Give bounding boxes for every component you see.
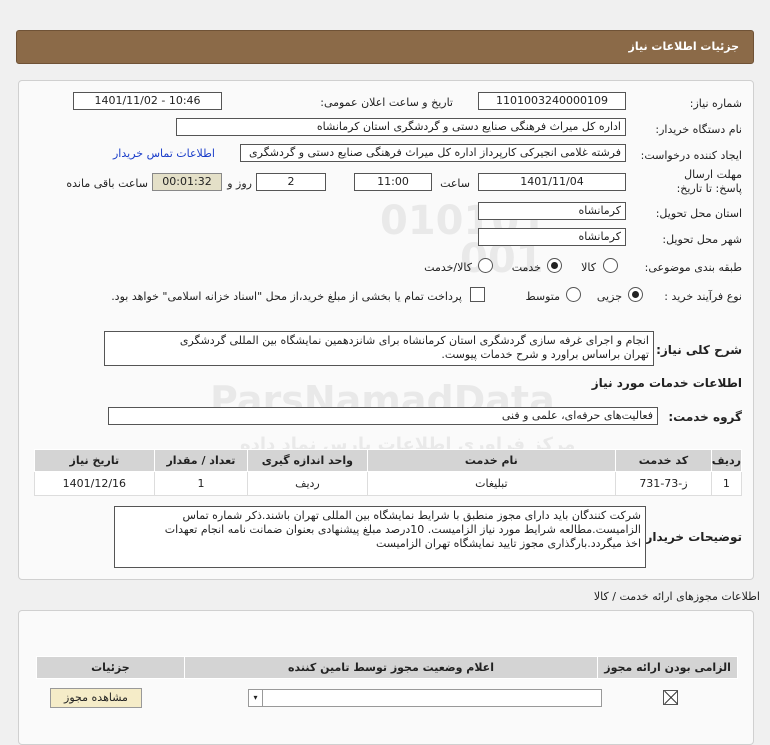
buyer-contact-link[interactable]: اطلاعات تماس خریدار <box>113 147 215 160</box>
category-goods-label: کالا <box>581 261 596 274</box>
cell-row: 1 <box>710 471 743 496</box>
col-permit-required: الزامی بودن ارائه مجوز <box>597 656 738 679</box>
permits-table-header: الزامی بودن ارائه مجوز اعلام وضعیت مجوز … <box>36 656 738 679</box>
summary-line-1: انجام و اجرای غرفه سازی گردشگری استان کر… <box>179 334 649 347</box>
page-title: جزئیات اطلاعات نیاز <box>628 40 740 53</box>
process-medium-radio[interactable] <box>566 287 581 302</box>
category-goods-radio[interactable] <box>603 258 618 273</box>
col-unit: واحد اندازه گیری <box>247 449 368 472</box>
deadline-time-label: ساعت <box>440 177 470 190</box>
need-number-label: شماره نیاز: <box>689 97 742 110</box>
col-permit-details: جزئیات <box>36 656 185 679</box>
deadline-date-field: 1401/11/04 <box>478 173 626 191</box>
remaining-time-field: 00:01:32 <box>152 173 222 191</box>
requester-field: فرشته غلامی انجیرکی کارپرداز اداره کل می… <box>240 144 626 162</box>
page-header: جزئیات اطلاعات نیاز <box>16 30 754 64</box>
announce-date-label: تاریخ و ساعت اعلان عمومی: <box>320 96 453 109</box>
col-permit-status: اعلام وضعیت مجوز توسط تامین کننده <box>183 656 599 679</box>
view-permit-button[interactable]: مشاهده مجوز <box>50 688 142 708</box>
process-label: نوع فرآیند خرید : <box>664 290 742 303</box>
province-field: کرمانشاه <box>478 202 626 220</box>
permits-table: الزامی بودن ارائه مجوز اعلام وضعیت مجوز … <box>36 656 738 679</box>
buyer-org-label: نام دستگاه خریدار: <box>655 123 742 136</box>
service-group-field: فعالیت‌های حرفه‌ای، علمی و فنی <box>108 407 658 425</box>
buyer-notes-label: توضیحات خریدار: <box>640 530 742 544</box>
city-field: کرمانشاه <box>478 228 626 246</box>
cell-service-code: ز-73-731 <box>615 471 712 496</box>
requester-label: ایجاد کننده درخواست: <box>640 149 742 162</box>
days-field: 2 <box>256 173 326 191</box>
buyer-notes-line-2: الزامیست.مطالعه شرایط مورد نیاز الزامیست… <box>164 523 641 536</box>
need-number-field: 1101003240000109 <box>478 92 626 110</box>
treasury-note: پرداخت تمام یا بخشی از مبلغ خرید،از محل … <box>111 290 462 303</box>
chevron-down-icon: ▾ <box>249 690 263 706</box>
col-row: ردیف <box>710 449 743 472</box>
category-goods-service-label: کالا/خدمت <box>424 261 472 274</box>
treasury-checkbox[interactable] <box>470 287 485 302</box>
permit-status-select[interactable]: ▾ <box>248 689 602 707</box>
process-medium-label: متوسط <box>525 290 560 303</box>
permit-required-checkbox <box>663 690 678 705</box>
category-service-radio[interactable] <box>547 258 562 273</box>
buyer-notes-line-3: اخذ میگردد.بارگذاری مجوز تایید نمایشگاه … <box>375 537 641 550</box>
cell-service-name: تبلیغات <box>366 471 617 496</box>
summary-field: انجام و اجرای غرفه سازی گردشگری استان کر… <box>104 331 654 366</box>
summary-line-2: تهران براساس براورد و شرح خدمات پیوست. <box>441 348 649 361</box>
permits-section-title: اطلاعات مجوزهای ارائه خدمت / کالا <box>593 590 760 603</box>
cell-need-date: 1401/12/16 <box>34 471 155 496</box>
buyer-org-field: اداره کل میراث فرهنگی صنایع دستی و گردشگ… <box>176 118 626 136</box>
category-goods-service-radio[interactable] <box>478 258 493 273</box>
col-need-date: تاریخ نیاز <box>34 449 155 472</box>
table-row: 1 ز-73-731 تبلیغات ردیف 1 1401/12/16 <box>34 471 743 496</box>
announce-date-field: 1401/11/02 - 10:46 <box>73 92 222 110</box>
col-service-code: کد خدمت <box>615 449 712 472</box>
province-label: استان محل تحویل: <box>655 207 742 220</box>
process-minor-radio[interactable] <box>628 287 643 302</box>
cell-quantity: 1 <box>153 471 249 496</box>
summary-label: شرح کلی نیاز: <box>656 343 742 357</box>
page: جزئیات اطلاعات نیاز 010101 001 ParsNamad… <box>0 0 770 745</box>
col-service-name: نام خدمت <box>366 449 617 472</box>
service-group-label: گروه خدمت: <box>668 410 742 424</box>
category-label: طبقه بندی موضوعی: <box>644 261 742 274</box>
cell-unit: ردیف <box>247 471 368 496</box>
services-section-title: اطلاعات خدمات مورد نیاز <box>591 376 742 390</box>
buyer-notes-field: شرکت کنندگان باید دارای مجوز منطبق با شر… <box>114 506 646 568</box>
city-label: شهر محل تحویل: <box>662 233 742 246</box>
remaining-label: ساعت باقی مانده <box>66 177 148 190</box>
services-table: ردیف کد خدمت نام خدمت واحد اندازه گیری ت… <box>34 449 743 496</box>
services-table-header: ردیف کد خدمت نام خدمت واحد اندازه گیری ت… <box>34 449 743 472</box>
col-quantity: تعداد / مقدار <box>153 449 249 472</box>
days-label: روز و <box>227 177 252 190</box>
deadline-time-field: 11:00 <box>354 173 432 191</box>
process-minor-label: جزیی <box>596 290 622 303</box>
deadline-label: مهلت ارسال پاسخ: تا تاریخ: <box>676 168 742 195</box>
buyer-notes-line-1: شرکت کنندگان باید دارای مجوز منطبق با شر… <box>182 509 641 522</box>
category-service-label: خدمت <box>511 261 541 274</box>
